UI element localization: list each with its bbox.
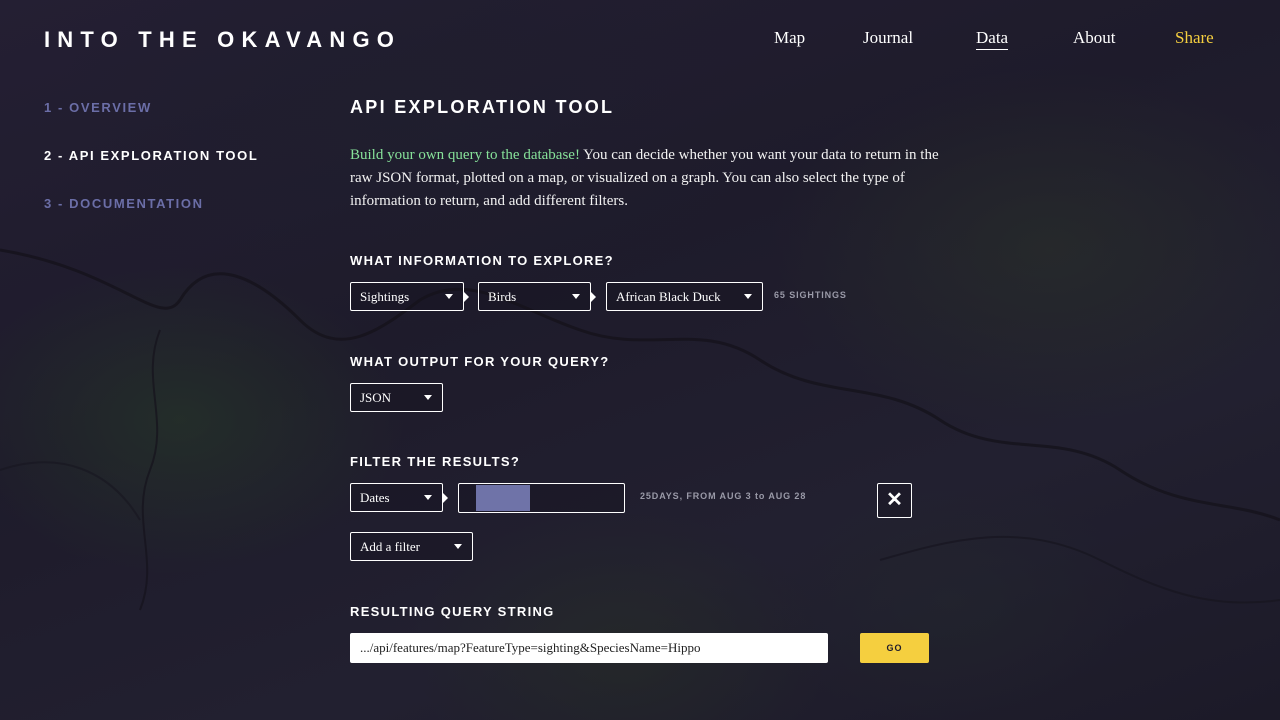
- date-range-summary: 25DAYS, FROM AUG 3 to AUG 28: [640, 491, 807, 501]
- output-format-value: JSON: [360, 390, 392, 405]
- chevron-down-icon: [424, 395, 432, 400]
- category-select[interactable]: Birds: [478, 282, 591, 311]
- nav-share[interactable]: Share: [1175, 28, 1214, 48]
- filter-type-select[interactable]: Dates: [350, 483, 443, 512]
- query-heading: RESULTING QUERY STRING: [350, 604, 555, 619]
- intro-text: Build your own query to the database! Yo…: [350, 144, 940, 213]
- chevron-down-icon: [445, 294, 453, 299]
- date-range-slider[interactable]: [458, 483, 625, 513]
- chevron-down-icon: [424, 495, 432, 500]
- category-value: Birds: [488, 289, 517, 304]
- intro-highlight: Build your own query to the database!: [350, 147, 580, 163]
- output-heading: WHAT OUTPUT FOR YOUR QUERY?: [350, 354, 610, 369]
- sightings-count: 65 SIGHTINGS: [774, 290, 847, 300]
- nav-map[interactable]: Map: [774, 28, 805, 48]
- nav-journal[interactable]: Journal: [863, 28, 913, 48]
- query-string-field[interactable]: .../api/features/map?FeatureType=sightin…: [350, 633, 828, 663]
- step-arrow-icon: [464, 292, 469, 302]
- species-value: African Black Duck: [616, 289, 721, 304]
- add-filter-label: Add a filter: [360, 539, 420, 554]
- step-arrow-icon: [443, 493, 448, 503]
- go-button[interactable]: GO: [860, 633, 929, 663]
- output-format-select[interactable]: JSON: [350, 383, 443, 412]
- nav-about[interactable]: About: [1073, 28, 1116, 48]
- sidebar-item-documentation[interactable]: 3 - DOCUMENTATION: [44, 196, 204, 211]
- chevron-down-icon: [572, 294, 580, 299]
- step-arrow-icon: [591, 292, 596, 302]
- page-title: API EXPLORATION TOOL: [350, 97, 615, 117]
- feature-type-select[interactable]: Sightings: [350, 282, 464, 311]
- explore-heading: WHAT INFORMATION TO EXPLORE?: [350, 253, 614, 268]
- sidebar-item-overview[interactable]: 1 - OVERVIEW: [44, 100, 152, 115]
- filter-heading: FILTER THE RESULTS?: [350, 454, 521, 469]
- site-logo[interactable]: INTO THE OKAVANGO: [44, 27, 401, 53]
- nav-data[interactable]: Data: [976, 28, 1009, 50]
- date-range-selection[interactable]: [476, 485, 530, 511]
- species-select[interactable]: African Black Duck: [606, 282, 763, 311]
- chevron-down-icon: [454, 544, 462, 549]
- remove-filter-button[interactable]: ✕: [877, 483, 912, 518]
- filter-type-value: Dates: [360, 490, 390, 505]
- chevron-down-icon: [744, 294, 752, 299]
- sidebar-item-api-exploration-tool[interactable]: 2 - API EXPLORATION TOOL: [44, 148, 258, 163]
- close-icon: ✕: [886, 489, 903, 511]
- add-filter-select[interactable]: Add a filter: [350, 532, 473, 561]
- feature-type-value: Sightings: [360, 289, 410, 304]
